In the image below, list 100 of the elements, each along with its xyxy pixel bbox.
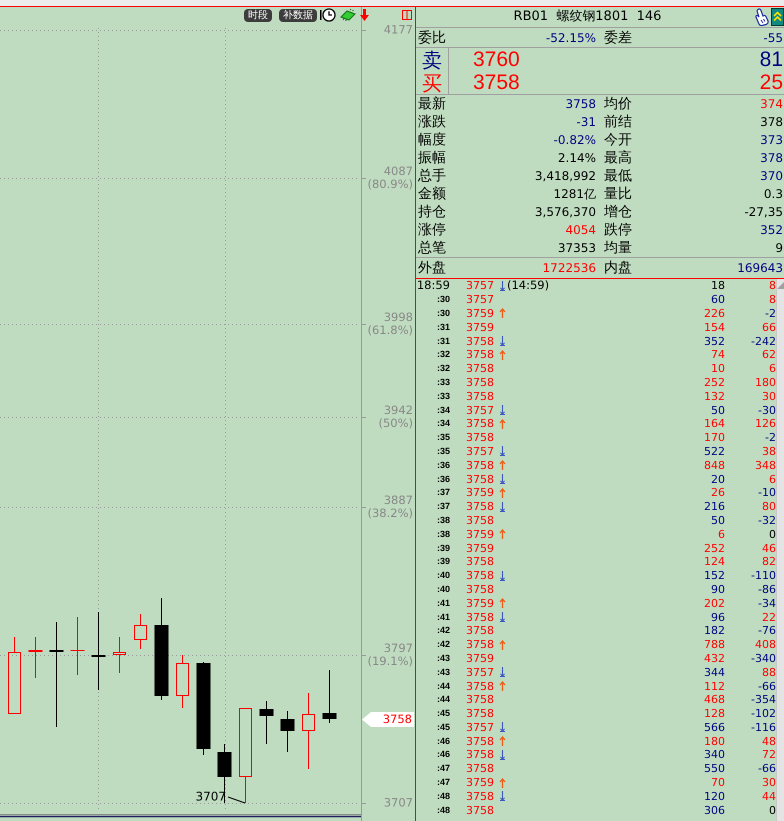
down-arrow-icon[interactable] — [360, 9, 369, 21]
trade-volume: 180 — [704, 734, 725, 748]
trade-time: :34 — [436, 418, 450, 430]
toolbar-button[interactable]: 补数据 — [279, 8, 317, 22]
trade-volume: 50 — [711, 514, 725, 527]
trade-change: 30 — [762, 776, 776, 790]
field-label: 前结 — [604, 113, 632, 131]
trade-price: 3758 — [466, 638, 494, 652]
leader-line — [228, 796, 246, 804]
trade-change: 408 — [755, 638, 776, 652]
trade-volume: 18 — [711, 279, 725, 292]
trade-time: :33 — [436, 376, 450, 388]
trade-price: 3757 — [466, 444, 494, 458]
trade-time: :43 — [436, 652, 450, 664]
trade-time: :35 — [436, 432, 450, 444]
trade-price: 3758 — [466, 748, 494, 762]
book-price: 3760 — [473, 48, 520, 70]
trade-price: 3759 — [466, 776, 494, 790]
down-arrow-icon — [498, 474, 506, 484]
candlestick — [70, 616, 84, 676]
down-arrow-icon — [498, 502, 506, 512]
trade-volume: 182 — [704, 624, 725, 638]
trade-time: :38 — [436, 514, 450, 526]
trade-volume: 26 — [711, 486, 725, 500]
trade-volume: 788 — [704, 638, 725, 652]
axis-label: 3887 (38.2%) — [366, 494, 413, 520]
trade-price: 3759 — [466, 528, 494, 541]
field-value: 0.3 — [764, 186, 783, 203]
field-value: 4054 — [565, 222, 596, 239]
toolbar-button[interactable]: 时段 — [244, 8, 272, 22]
trade-volume: 170 — [704, 431, 725, 444]
scrollbar[interactable] — [776, 279, 784, 821]
trade-price: 3758 — [466, 431, 494, 444]
field-value: 1281亿 — [553, 186, 596, 203]
trade-volume: 152 — [704, 569, 725, 582]
trade-change: 348 — [755, 458, 776, 472]
down-arrow-icon — [498, 405, 506, 416]
trade-price: 3758 — [466, 417, 494, 430]
trade-time: :46 — [436, 749, 450, 760]
field-label: 增仓 — [604, 203, 632, 221]
trade-price: 3758 — [466, 472, 494, 486]
trade-change: 38 — [762, 444, 776, 458]
trade-time: :37 — [436, 487, 450, 498]
last-price-tag: 3758 — [362, 712, 414, 727]
candlestick — [113, 636, 126, 674]
trade-volume: 352 — [704, 334, 725, 348]
trade-price: 3759 — [466, 306, 494, 320]
candlestick — [260, 700, 274, 744]
field-value: -52.15% — [546, 30, 596, 46]
trade-time: :48 — [436, 804, 450, 816]
candlestick — [134, 614, 147, 650]
trade-volume: 50 — [711, 404, 725, 417]
field-label: 涨跌 — [418, 113, 446, 131]
trade-price: 3758 — [466, 582, 494, 596]
down-arrow-icon — [498, 612, 506, 622]
trade-volume: 96 — [711, 610, 725, 624]
up-arrow-icon — [498, 736, 506, 746]
field-label: 最低 — [604, 167, 632, 185]
trade-change: 30 — [762, 390, 776, 403]
trade-price: 3758 — [466, 555, 494, 568]
double-chevron-up-icon[interactable] — [771, 8, 784, 26]
down-arrow-icon — [498, 336, 506, 346]
trade-time: :41 — [436, 598, 450, 609]
up-arrow-icon — [498, 529, 506, 540]
chip-icon[interactable] — [340, 9, 356, 21]
trade-price: 3757 — [466, 404, 494, 417]
trade-change: 44 — [762, 790, 776, 803]
trade-price: 3758 — [466, 334, 494, 348]
field-label: 量比 — [604, 185, 632, 203]
trade-volume: 60 — [711, 293, 725, 306]
trade-price: 3759 — [466, 486, 494, 500]
candlestick — [280, 710, 294, 752]
trade-volume: 468 — [704, 693, 725, 706]
trade-volume: 132 — [704, 390, 725, 403]
trade-volume: 306 — [704, 804, 725, 817]
trade-volume: 20 — [711, 472, 725, 486]
trade-change: 82 — [762, 555, 776, 568]
field-value: 3758 — [565, 96, 596, 113]
split-panel-icon[interactable] — [402, 10, 412, 20]
field-value: 3,576,370 — [534, 204, 596, 221]
trade-change: 8 — [769, 293, 776, 306]
field-value: 373 — [760, 132, 783, 149]
trade-change: -102 — [751, 707, 776, 720]
trade-time: :32 — [436, 349, 450, 360]
candlestick — [28, 636, 42, 678]
trade-time: :47 — [436, 763, 450, 774]
field-value: 2.14% — [558, 150, 596, 167]
clock-icon[interactable] — [320, 8, 336, 22]
up-arrow-icon — [498, 460, 506, 470]
axis-label: 4177 — [384, 24, 413, 36]
field-label: 总手 — [418, 167, 446, 185]
trade-time: 18:59 — [416, 279, 450, 292]
hand-pointer-icon[interactable] — [755, 8, 769, 26]
trade-volume: 90 — [711, 582, 725, 596]
trade-change: -2 — [765, 431, 776, 444]
trade-price: 3758 — [466, 762, 494, 776]
trade-price: 3757 — [466, 720, 494, 734]
trade-volume: 848 — [704, 458, 725, 472]
book-volume: 25 — [760, 72, 784, 94]
trade-time: :33 — [436, 390, 450, 402]
